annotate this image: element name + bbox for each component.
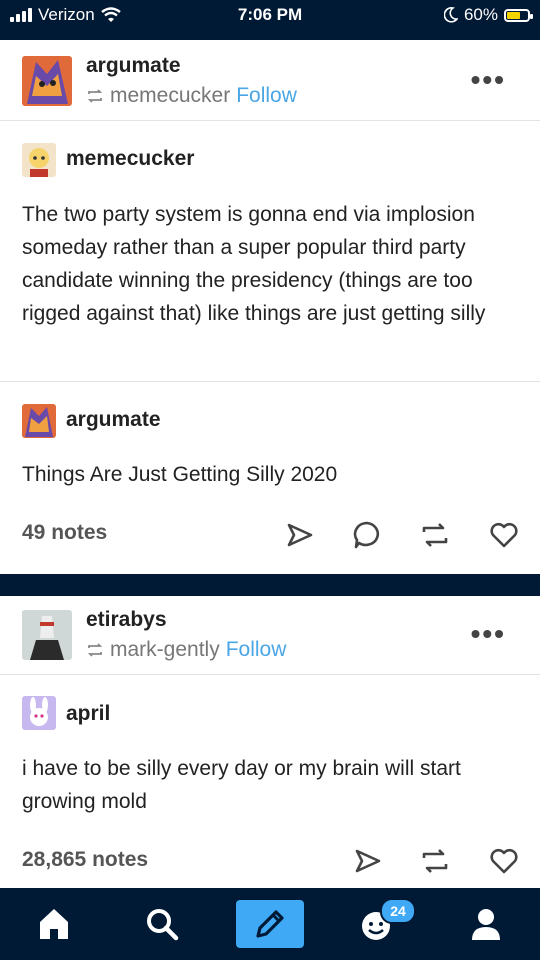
compose-button[interactable] — [236, 900, 304, 948]
reblog-entry: memecucker The two party system is gonna… — [0, 121, 540, 381]
entry-avatar[interactable] — [22, 696, 56, 730]
entry-text: The two party system is gonna end via im… — [22, 203, 486, 325]
entry-avatar[interactable] — [22, 143, 56, 177]
heart-icon[interactable] — [488, 845, 520, 877]
more-options-button[interactable]: ••• — [471, 64, 506, 96]
heart-icon[interactable] — [488, 519, 520, 551]
entry-text: Things Are Just Getting Silly 2020 — [22, 463, 338, 486]
notes-count[interactable]: 49 notes — [22, 521, 107, 545]
search-icon[interactable] — [140, 902, 184, 946]
post-header: etirabys mark-gently Follow ••• — [0, 596, 540, 675]
share-icon[interactable] — [283, 519, 315, 551]
more-options-button[interactable]: ••• — [471, 618, 506, 650]
post-card: argumate memecucker Follow ••• memecucke… — [0, 40, 540, 574]
reply-icon[interactable] — [351, 519, 383, 551]
home-icon[interactable] — [32, 902, 76, 946]
entry-author[interactable]: memecucker — [66, 147, 194, 171]
share-icon[interactable] — [351, 845, 383, 877]
battery-percent: 60% — [463, 5, 498, 24]
entry-text: i have to be silly every day or my brain… — [22, 757, 461, 813]
entry-avatar[interactable] — [22, 404, 56, 438]
post-card: etirabys mark-gently Follow ••• april i … — [0, 596, 540, 888]
battery-icon — [504, 8, 533, 22]
entry-author[interactable]: argumate — [66, 408, 161, 432]
reblogged-from[interactable]: memecucker — [110, 84, 230, 108]
account-icon[interactable] — [464, 902, 508, 946]
reblog-info: mark-gently Follow — [86, 638, 286, 662]
entry-author[interactable]: april — [66, 702, 110, 726]
moon-icon — [443, 7, 458, 23]
follow-button[interactable]: Follow — [226, 638, 287, 662]
blog-name[interactable]: etirabys — [86, 608, 167, 632]
notes-count[interactable]: 28,865 notes — [22, 848, 148, 872]
reblog-icon — [87, 643, 103, 657]
battery-group: 60% — [443, 5, 533, 25]
blog-avatar[interactable] — [22, 56, 72, 106]
blog-avatar[interactable] — [22, 610, 72, 660]
reblog-icon — [87, 89, 103, 103]
bottom-nav — [0, 890, 540, 960]
follow-button[interactable]: Follow — [236, 84, 297, 108]
blog-name[interactable]: argumate — [86, 54, 181, 78]
status-bar: Verizon 7:06 PM 60% — [0, 0, 540, 32]
activity-badge: 24 — [380, 898, 416, 924]
compose-icon — [256, 910, 284, 938]
post-header: argumate memecucker Follow ••• — [0, 40, 540, 121]
reblog-icon[interactable] — [419, 519, 451, 551]
reblog-icon[interactable] — [419, 845, 451, 877]
reblogged-from[interactable]: mark-gently — [110, 638, 220, 662]
divider — [0, 381, 540, 382]
reblog-info: memecucker Follow — [86, 84, 297, 108]
